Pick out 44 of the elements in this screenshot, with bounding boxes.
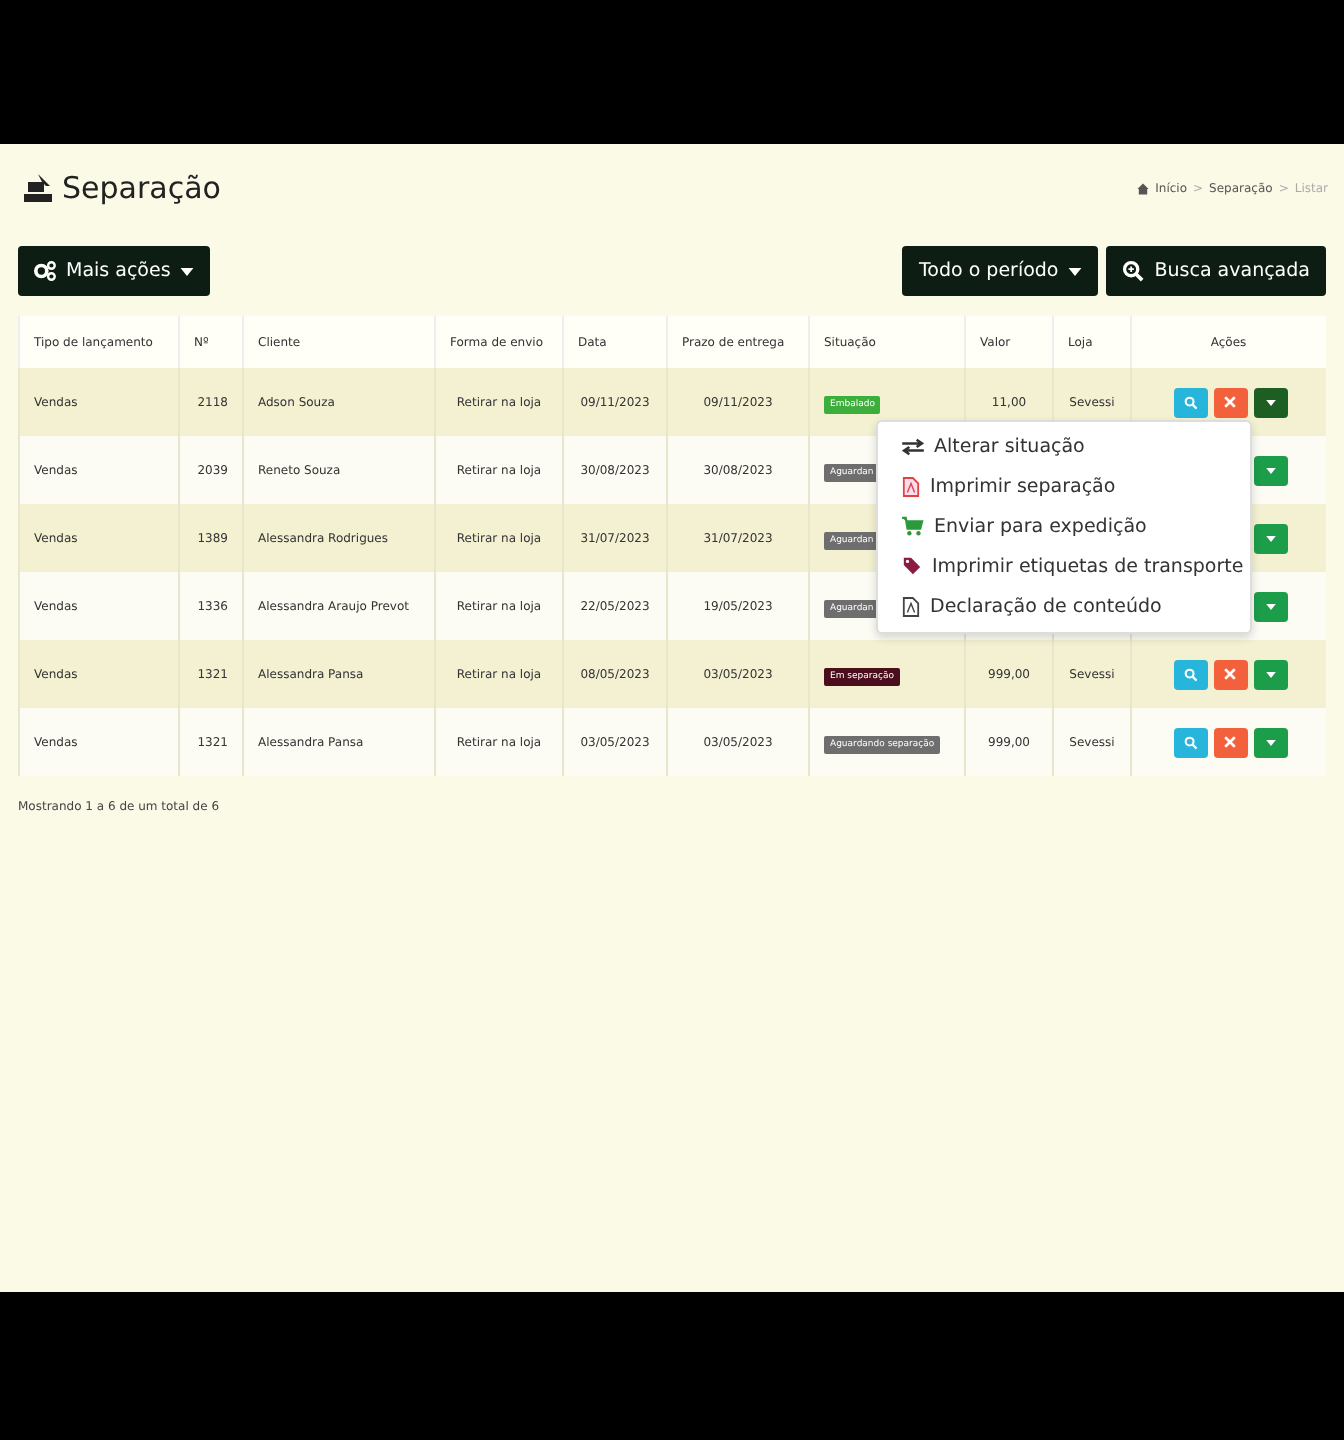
caret-icon — [1068, 267, 1083, 275]
caret-icon — [1265, 535, 1275, 541]
period-button[interactable]: Todo o período — [902, 246, 1099, 296]
caret-icon — [1265, 603, 1275, 609]
search-button[interactable] — [1173, 387, 1207, 417]
delete-button[interactable] — [1213, 659, 1247, 689]
menu-item[interactable]: Imprimir separação — [878, 467, 1250, 508]
menu-item[interactable]: Declaração de conteúdo — [878, 586, 1250, 626]
box-icon — [22, 172, 54, 204]
dropdown-button[interactable] — [1253, 591, 1287, 621]
advanced-search-button[interactable]: Busca avançada — [1106, 246, 1326, 296]
menu-item[interactable]: Enviar para expedição — [878, 507, 1250, 547]
caret-icon — [1265, 467, 1275, 473]
swap-arrows-icon — [902, 438, 924, 457]
search-icon — [1183, 667, 1197, 681]
search-icon — [1183, 735, 1197, 749]
dropdown-button[interactable] — [1253, 387, 1287, 417]
dropdown-button[interactable] — [1253, 727, 1287, 757]
pdf-file-icon — [902, 476, 920, 499]
page-title: Separação — [62, 170, 221, 206]
dropdown-button[interactable] — [1253, 523, 1287, 553]
document-icon — [902, 595, 920, 618]
more-actions-button[interactable]: Mais ações — [18, 246, 211, 296]
caret-icon — [1265, 399, 1275, 405]
search-icon — [1183, 395, 1197, 409]
caret-icon — [1265, 671, 1275, 677]
close-icon — [1224, 736, 1236, 748]
menu-item[interactable]: Alterar situação — [878, 428, 1250, 468]
delete-button[interactable] — [1213, 727, 1247, 757]
search-icon — [1122, 260, 1145, 282]
caret-icon — [1265, 739, 1275, 745]
close-icon — [1224, 668, 1236, 680]
close-icon — [1224, 396, 1236, 408]
search-button[interactable] — [1173, 727, 1207, 757]
dropdown-button[interactable] — [1253, 455, 1287, 485]
dropdown-button[interactable] — [1253, 659, 1287, 689]
cart-icon — [902, 516, 924, 537]
caret-icon — [180, 267, 195, 275]
home-icon — [1135, 181, 1150, 195]
search-button[interactable] — [1173, 659, 1207, 689]
menu-item[interactable]: Imprimir etiquetas de transporte — [878, 546, 1250, 587]
gears-icon — [34, 260, 56, 282]
tag-icon — [902, 556, 922, 577]
delete-button[interactable] — [1213, 387, 1247, 417]
